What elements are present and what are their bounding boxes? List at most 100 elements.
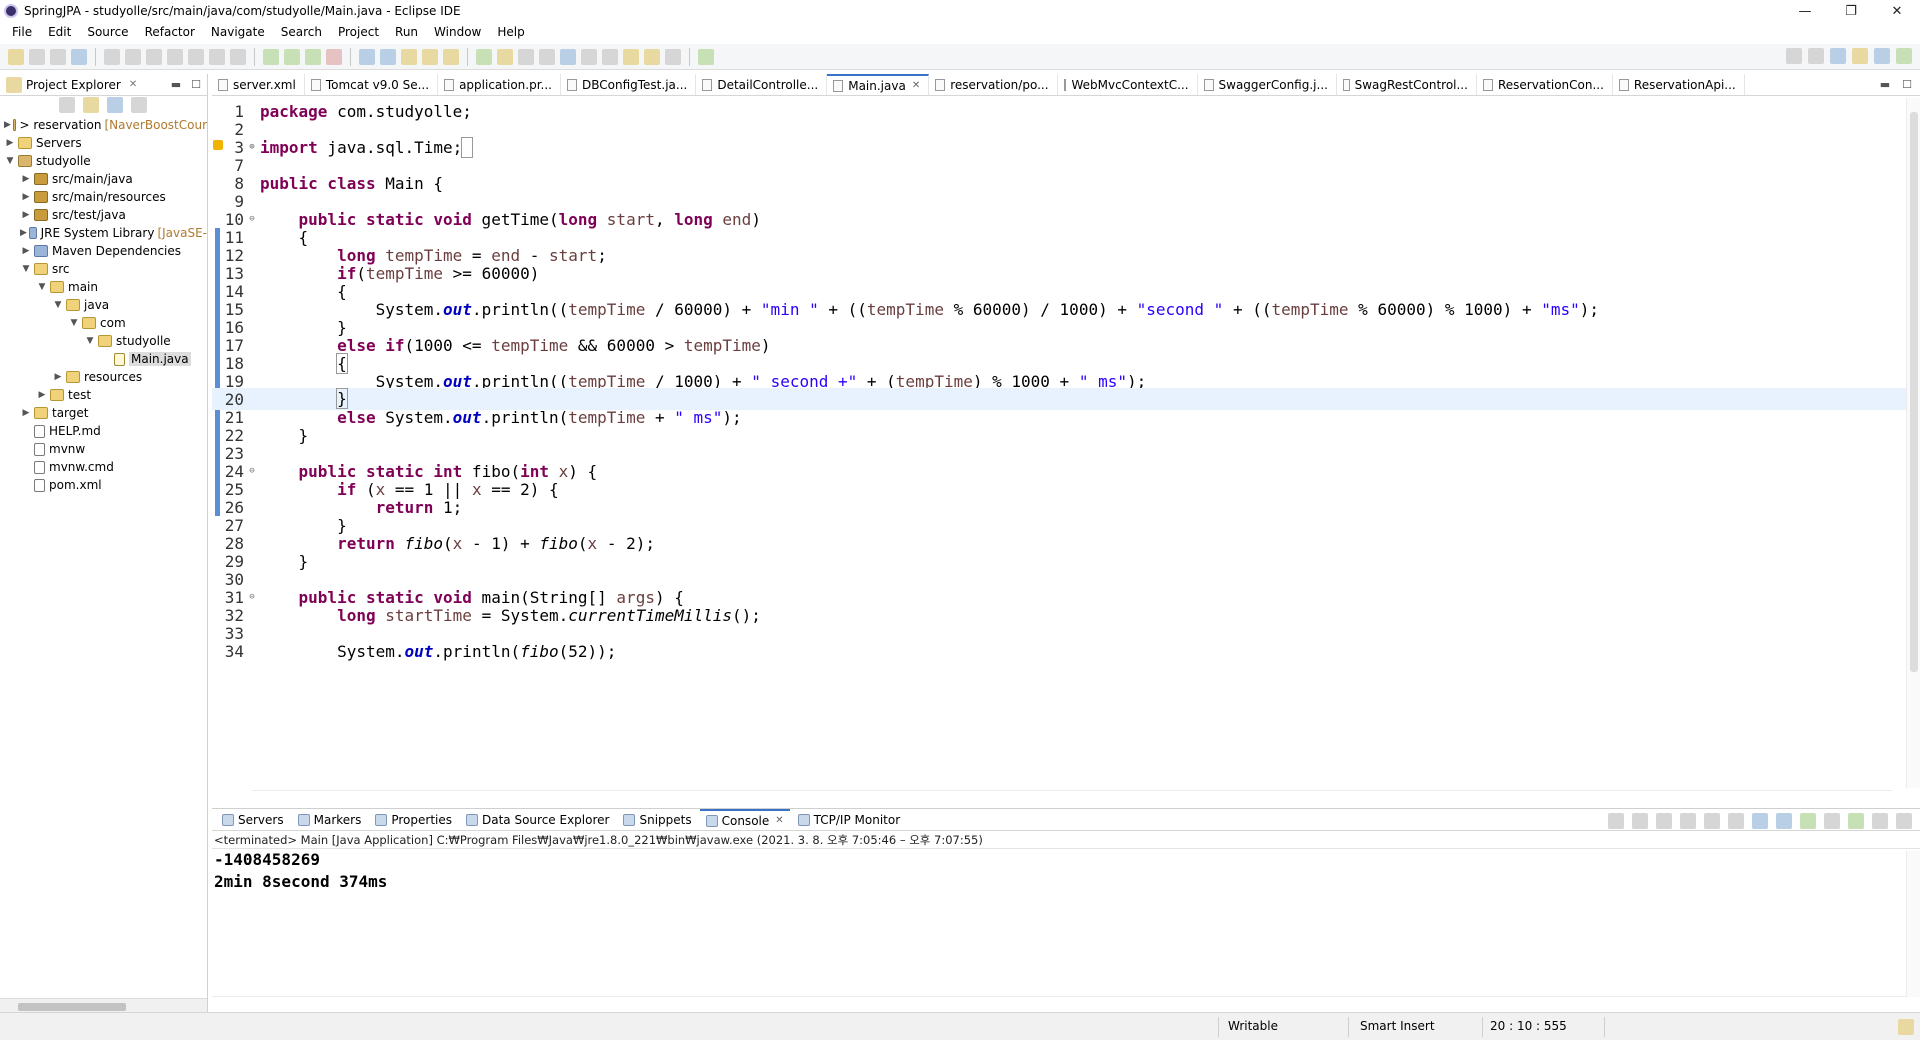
close-icon[interactable]: ✕: [129, 79, 137, 90]
expand-toggle-icon[interactable]: ▶: [20, 408, 32, 418]
status-insert-mode[interactable]: Smart Insert: [1360, 1019, 1435, 1033]
panel-tab[interactable]: TCP/IP Monitor: [792, 809, 907, 831]
fold-toggle-icon[interactable]: ⊕: [246, 142, 258, 152]
new-java-project-icon[interactable]: [359, 48, 375, 65]
run-icon[interactable]: [284, 48, 300, 65]
expand-toggle-icon[interactable]: ▼: [52, 300, 64, 310]
terminal-icon[interactable]: [71, 48, 87, 65]
close-window-button[interactable]: ✕: [1874, 0, 1920, 22]
expand-toggle-icon[interactable]: ▶: [36, 390, 48, 400]
editor-tab[interactable]: Tomcat v9.0 Se...: [305, 74, 439, 95]
highlight-icon[interactable]: [497, 48, 513, 65]
remove-launch-icon[interactable]: [1632, 813, 1648, 829]
editor-tab[interactable]: ReservationCon...: [1477, 74, 1613, 95]
expand-toggle-icon[interactable]: ▶: [52, 372, 64, 382]
clear-console-icon[interactable]: [1680, 813, 1696, 829]
menu-run[interactable]: Run: [387, 25, 426, 39]
menu-project[interactable]: Project: [330, 25, 387, 39]
panel-tab[interactable]: Servers: [216, 809, 290, 831]
expand-toggle-icon[interactable]: ▼: [4, 156, 16, 166]
expand-toggle-icon[interactable]: ▶: [20, 228, 27, 238]
display-console-icon[interactable]: [1824, 813, 1840, 829]
collapse-all-icon[interactable]: [59, 97, 75, 113]
editor-horizontal-scrollbar[interactable]: [252, 790, 1892, 804]
minimize-console-icon[interactable]: [1872, 813, 1888, 829]
editor-tab[interactable]: WebMvcContextC...: [1058, 74, 1198, 95]
expand-toggle-icon[interactable]: ▼: [68, 318, 80, 328]
previous-annotation-icon[interactable]: [602, 48, 618, 65]
show-whitespace-icon[interactable]: [539, 48, 555, 65]
editor-tab[interactable]: reservation/po...: [929, 74, 1058, 95]
tree-item[interactable]: ▶ src/test/java: [0, 206, 207, 224]
annotation-icon[interactable]: [476, 48, 492, 65]
tree-item[interactable]: ▶ src/main/resources: [0, 188, 207, 206]
panel-tab[interactable]: Snippets: [617, 809, 697, 831]
web-browser-icon[interactable]: [560, 48, 576, 65]
menu-search[interactable]: Search: [273, 25, 330, 39]
console-horizontal-scrollbar[interactable]: [212, 996, 1906, 1012]
save-icon[interactable]: [29, 48, 45, 65]
tree-item[interactable]: mvnw: [0, 440, 207, 458]
tree-item[interactable]: ▼ main: [0, 278, 207, 296]
show-on-stderr-icon[interactable]: [1776, 813, 1792, 829]
scroll-lock-icon[interactable]: [1704, 813, 1720, 829]
fold-toggle-icon[interactable]: ⊖: [246, 214, 258, 224]
step-over-icon[interactable]: [209, 48, 225, 65]
editor-tab[interactable]: DBConfigTest.ja...: [561, 74, 697, 95]
debug-icon[interactable]: [263, 48, 279, 65]
expand-toggle-icon[interactable]: ▶: [4, 120, 11, 130]
editor-tab[interactable]: SwagRestControl...: [1337, 74, 1477, 95]
menu-window[interactable]: Window: [426, 25, 489, 39]
editor-tab[interactable]: ReservationApi...: [1613, 74, 1745, 95]
tree-item[interactable]: mvnw.cmd: [0, 458, 207, 476]
menu-refactor[interactable]: Refactor: [137, 25, 203, 39]
java-perspective-icon[interactable]: [1896, 48, 1912, 64]
expand-toggle-icon[interactable]: ▶: [20, 246, 32, 256]
new-icon[interactable]: [8, 48, 24, 65]
minimize-editor-icon[interactable]: ▬: [1880, 78, 1890, 91]
tree-item[interactable]: ▶ JRE System Library [JavaSE-: [0, 224, 207, 242]
tree-item[interactable]: ▼ java: [0, 296, 207, 314]
fold-toggle-icon[interactable]: ⊖: [246, 466, 258, 476]
maximize-view-icon[interactable]: ☐: [191, 78, 201, 91]
open-type-icon[interactable]: [401, 48, 417, 65]
show-on-stdout-icon[interactable]: [1752, 813, 1768, 829]
tree-item[interactable]: ▶ > reservation [NaverBoostCour: [0, 116, 207, 134]
maximize-editor-icon[interactable]: ☐: [1902, 78, 1912, 91]
close-icon[interactable]: ✕: [912, 80, 920, 91]
minimize-button[interactable]: —: [1782, 0, 1828, 22]
fold-toggle-icon[interactable]: ⊖: [246, 592, 258, 602]
remove-all-terminated-icon[interactable]: [1656, 813, 1672, 829]
expand-toggle-icon[interactable]: ▼: [84, 336, 96, 346]
tree-item[interactable]: ▼ src: [0, 260, 207, 278]
editor-tab[interactable]: server.xml: [212, 74, 305, 95]
open-perspective-icon[interactable]: [1808, 48, 1824, 64]
tree-item[interactable]: pom.xml: [0, 476, 207, 494]
tree-item[interactable]: ▶ target: [0, 404, 207, 422]
minimize-view-icon[interactable]: ▬: [171, 78, 181, 91]
restore-button[interactable]: ❐: [1828, 0, 1874, 22]
step-into-icon[interactable]: [188, 48, 204, 65]
expand-toggle-icon[interactable]: ▼: [36, 282, 48, 292]
tree-item[interactable]: ▼ studyolle: [0, 332, 207, 350]
step-return-icon[interactable]: [230, 48, 246, 65]
link-with-editor-icon[interactable]: [83, 97, 99, 113]
terminate-icon[interactable]: [146, 48, 162, 65]
scrollbar-thumb[interactable]: [18, 1003, 126, 1011]
code-area[interactable]: 1 package com.studyolle; 2 3 ⊕ import java.sq…: [212, 98, 1908, 788]
tip-icon[interactable]: [1898, 1019, 1914, 1035]
disconnect-icon[interactable]: [167, 48, 183, 65]
expand-toggle-icon[interactable]: ▼: [20, 264, 32, 274]
coverage-icon[interactable]: [305, 48, 321, 65]
panel-tab[interactable]: Data Source Explorer: [460, 809, 615, 831]
open-console-icon[interactable]: [1848, 813, 1864, 829]
menu-help[interactable]: Help: [489, 25, 532, 39]
tree-item[interactable]: ▶ test: [0, 386, 207, 404]
tree-item[interactable]: ▶ resources: [0, 368, 207, 386]
menu-file[interactable]: File: [4, 25, 40, 39]
tree-item[interactable]: Main.java: [0, 350, 207, 368]
debug-perspective-icon[interactable]: [1852, 48, 1868, 64]
tree-item[interactable]: ▶ src/main/java: [0, 170, 207, 188]
tree-item[interactable]: ▶ Servers: [0, 134, 207, 152]
tree-item[interactable]: HELP.md: [0, 422, 207, 440]
